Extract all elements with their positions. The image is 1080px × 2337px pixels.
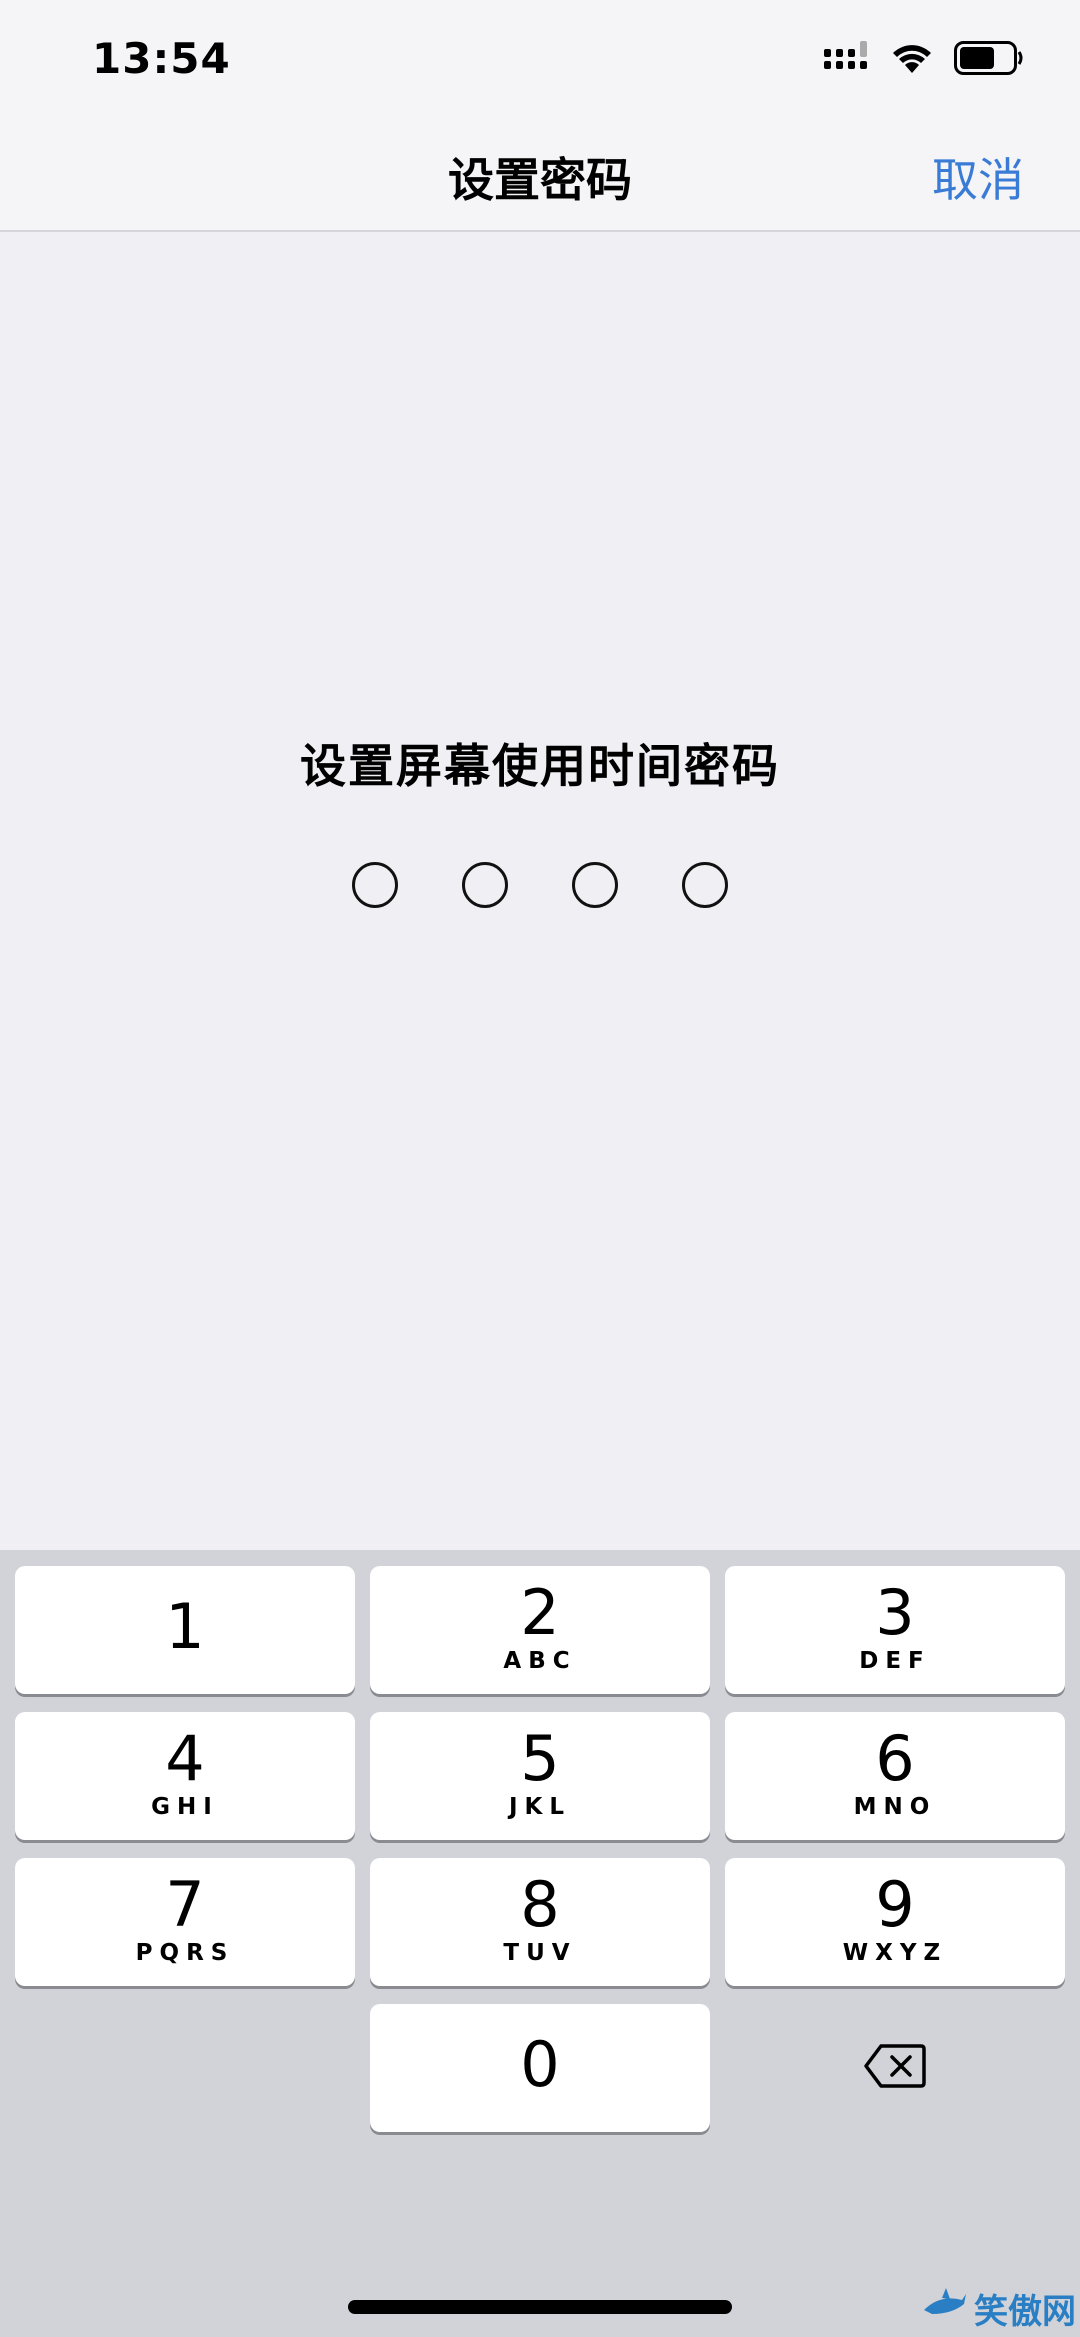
key-1[interactable]: 1 xyxy=(15,1566,355,1694)
key-letters: DEF xyxy=(859,1648,931,1674)
key-7[interactable]: 7 PQRS xyxy=(15,1858,355,1986)
battery-icon xyxy=(954,41,1024,79)
key-letters: MNO xyxy=(853,1794,937,1820)
key-letters: WXYZ xyxy=(842,1940,948,1966)
passcode-dots xyxy=(0,862,1080,908)
passcode-dot xyxy=(682,862,728,908)
passcode-prompt: 设置屏幕使用时间密码 xyxy=(300,739,780,793)
nav-bar: 设置密码 取消 xyxy=(0,118,1080,232)
watermark: 笑傲网 xyxy=(922,2284,1076,2333)
key-letters: GHI xyxy=(151,1794,219,1820)
key-4[interactable]: 4 GHI xyxy=(15,1712,355,1840)
key-number: 4 xyxy=(165,1722,205,1795)
passcode-dot xyxy=(572,862,618,908)
key-6[interactable]: 6 MNO xyxy=(725,1712,1065,1840)
status-time: 13:54 xyxy=(92,34,231,83)
key-letters: PQRS xyxy=(135,1940,235,1966)
screen: 13:54 设置密码 取消 设置屏幕使用时间密码 1 2 ABC 3 DEF 4… xyxy=(0,0,1080,2337)
key-5[interactable]: 5 JKL xyxy=(370,1712,710,1840)
status-icons xyxy=(824,40,1024,80)
key-number: 2 xyxy=(520,1576,560,1649)
delete-button[interactable] xyxy=(725,2004,1065,2132)
key-3[interactable]: 3 DEF xyxy=(725,1566,1065,1694)
key-number: 6 xyxy=(875,1722,915,1795)
key-letters: JKL xyxy=(508,1794,572,1820)
key-number: 9 xyxy=(875,1868,915,1941)
key-number: 7 xyxy=(165,1868,205,1941)
cellular-signal-icon xyxy=(824,41,870,79)
key-number: 0 xyxy=(520,2028,560,2101)
shark-logo-icon xyxy=(922,2284,968,2333)
status-bar: 13:54 xyxy=(0,0,1080,118)
key-0[interactable]: 0 xyxy=(370,2004,710,2132)
key-number: 8 xyxy=(520,1868,560,1941)
passcode-dot xyxy=(352,862,398,908)
numeric-keypad: 1 2 ABC 3 DEF 4 GHI 5 JKL 6 MNO 7 PQRS 8… xyxy=(0,1550,1080,2337)
key-8[interactable]: 8 TUV xyxy=(370,1858,710,1986)
key-number: 3 xyxy=(875,1576,915,1649)
delete-backspace-icon xyxy=(863,2043,927,2093)
key-9[interactable]: 9 WXYZ xyxy=(725,1858,1065,1986)
watermark-text: 笑傲网 xyxy=(974,2292,1076,2332)
key-number: 1 xyxy=(165,1590,205,1663)
page-title: 设置密码 xyxy=(448,153,632,207)
wifi-icon xyxy=(890,41,934,79)
home-indicator[interactable] xyxy=(348,2300,732,2314)
cancel-button[interactable]: 取消 xyxy=(932,144,1024,210)
passcode-dot xyxy=(462,862,508,908)
key-2[interactable]: 2 ABC xyxy=(370,1566,710,1694)
key-letters: TUV xyxy=(503,1940,577,1966)
key-number: 5 xyxy=(520,1722,560,1795)
key-letters: ABC xyxy=(503,1648,577,1674)
